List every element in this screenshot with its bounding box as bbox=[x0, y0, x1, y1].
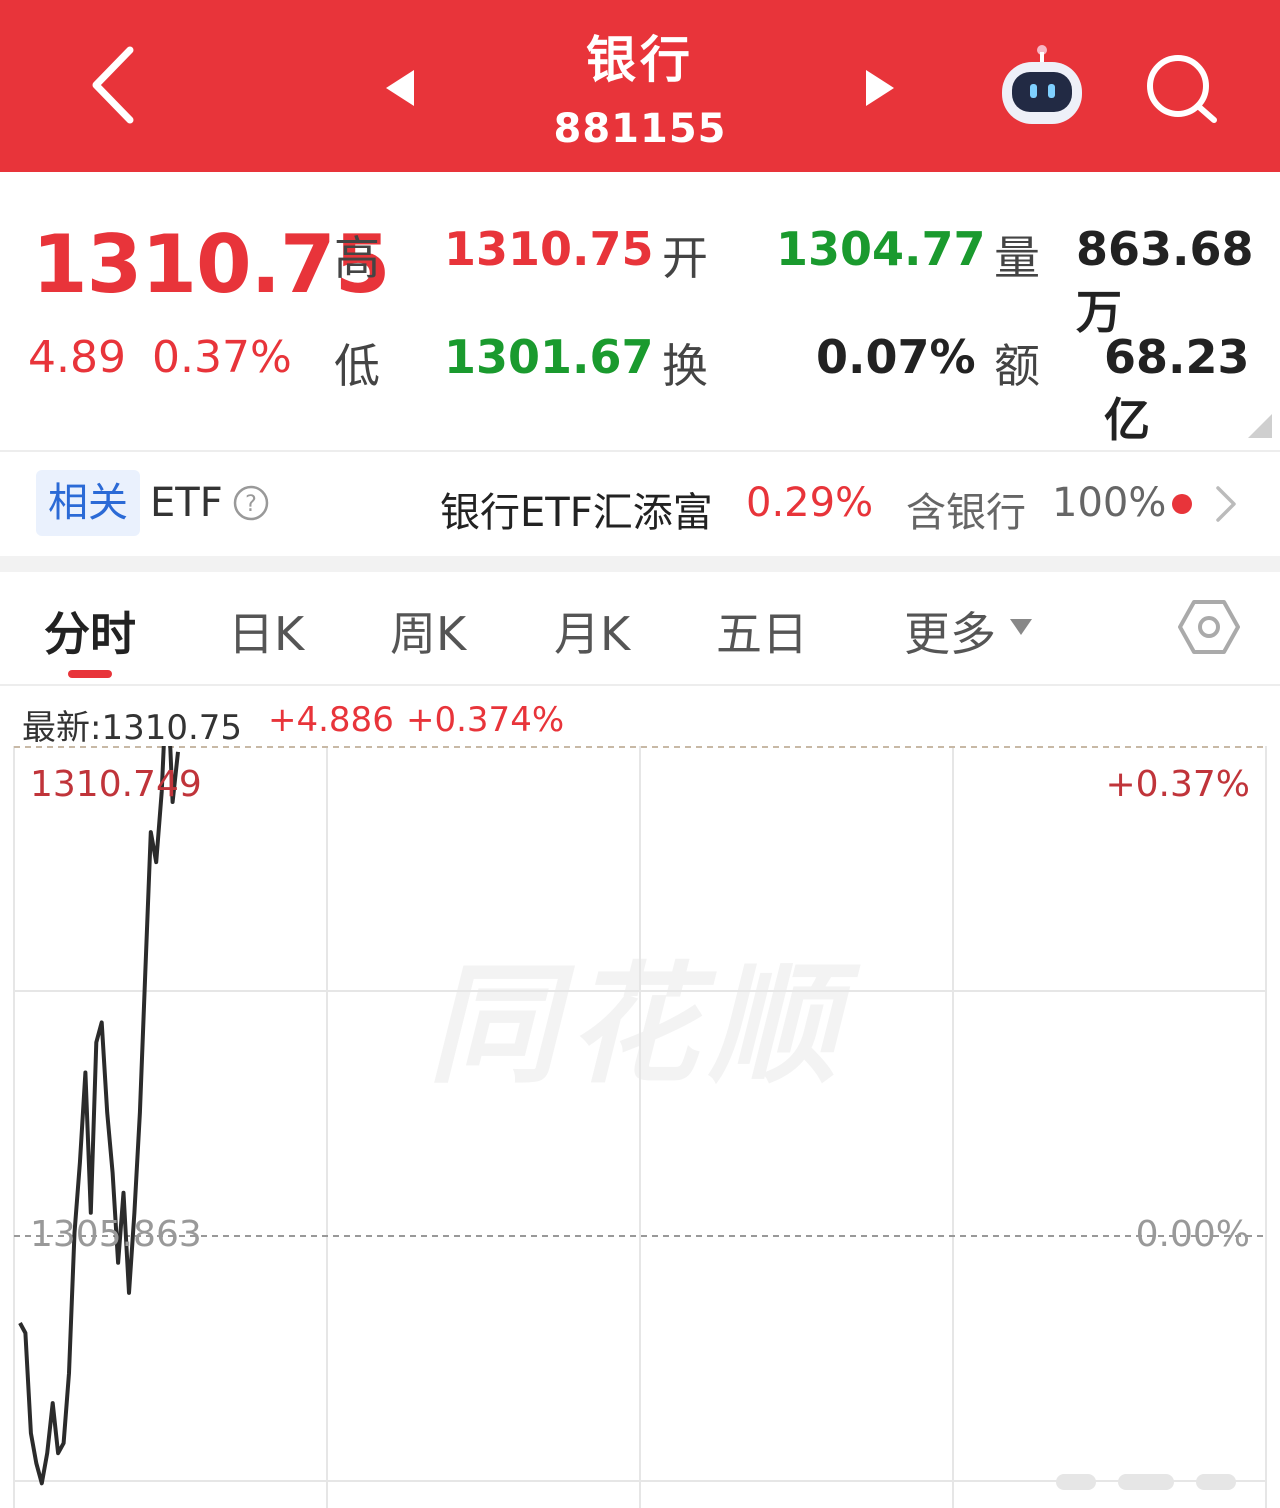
tab-weekly-k[interactable]: 周K bbox=[390, 598, 466, 664]
page-title: 银行 bbox=[586, 31, 694, 89]
high-value: 1310.75 bbox=[444, 222, 654, 276]
related-etf-row[interactable]: 相关 ETF ? 银行ETF汇添富 0.29% 含银行 100% bbox=[0, 452, 1280, 556]
open-value: 1304.77 bbox=[776, 222, 986, 276]
help-icon[interactable]: ? bbox=[232, 484, 270, 522]
low-value: 1301.67 bbox=[444, 330, 654, 384]
chart-grid bbox=[13, 746, 1267, 1508]
prev-triangle-icon[interactable] bbox=[380, 66, 420, 110]
tab-daily-k[interactable]: 日K bbox=[228, 598, 304, 664]
chart-settings-icon[interactable] bbox=[1178, 598, 1240, 656]
price-series-line bbox=[18, 746, 180, 1486]
svg-text:?: ? bbox=[245, 492, 257, 517]
tab-monthly-k[interactable]: 月K bbox=[554, 598, 630, 664]
section-gap bbox=[0, 556, 1280, 572]
axis-top-price: 1310.749 bbox=[30, 764, 202, 805]
chevron-right-icon[interactable] bbox=[1210, 482, 1240, 526]
latest-price-label: 最新:1310.75 bbox=[22, 708, 243, 748]
related-tag: 相关 bbox=[36, 470, 140, 536]
top-bar: 银行 881155 bbox=[0, 0, 1280, 172]
etf-holding-label: 含银行 bbox=[906, 490, 1026, 536]
system-nav-icons bbox=[1056, 1474, 1236, 1490]
axis-base-pct: 0.00% bbox=[1136, 1214, 1250, 1255]
caret-down-icon[interactable] bbox=[1008, 616, 1034, 638]
quote-panel: 1310.75 4.89 0.37% 高 1310.75 低 1301.67 开… bbox=[0, 172, 1280, 450]
turnover-label: 换 bbox=[662, 339, 708, 393]
etf-label: ETF bbox=[150, 480, 223, 526]
turnover-value: 0.07% bbox=[816, 330, 976, 384]
etf-name: 银行ETF汇添富 bbox=[440, 490, 713, 536]
volume-label: 量 bbox=[994, 231, 1040, 285]
tab-intraday[interactable]: 分时 bbox=[44, 598, 136, 664]
stock-code: 881155 bbox=[553, 106, 727, 152]
price-change-pct: 0.37% bbox=[152, 332, 292, 383]
notification-dot-icon bbox=[1172, 494, 1192, 514]
period-tabs: 分时 日K 周K 月K 五日 更多 bbox=[0, 572, 1280, 682]
latest-change-pct: +0.374% bbox=[406, 700, 565, 740]
back-arrow-icon[interactable] bbox=[80, 40, 150, 130]
axis-base-price: 1305.863 bbox=[30, 1214, 202, 1255]
latest-change: +4.886 bbox=[268, 700, 394, 740]
low-label: 低 bbox=[334, 339, 380, 393]
tab-five-day[interactable]: 五日 bbox=[716, 598, 808, 664]
robot-assistant-icon[interactable] bbox=[996, 40, 1088, 130]
amount-label: 额 bbox=[994, 339, 1040, 393]
open-label: 开 bbox=[662, 231, 708, 285]
tab-more[interactable]: 更多 bbox=[904, 598, 996, 664]
price-change: 4.89 bbox=[28, 332, 126, 383]
intraday-chart[interactable]: 1310.749 +0.37% 1305.863 0.00% bbox=[0, 746, 1280, 1508]
search-icon[interactable] bbox=[1140, 50, 1224, 126]
next-triangle-icon[interactable] bbox=[860, 66, 900, 110]
etf-holding-value: 100% bbox=[1052, 480, 1167, 526]
active-tab-indicator bbox=[68, 670, 112, 678]
expand-corner-icon[interactable] bbox=[1248, 414, 1272, 438]
etf-change-pct: 0.29% bbox=[746, 480, 874, 526]
volume-value: 863.68万 bbox=[1076, 222, 1254, 339]
chart-info-bar: 最新:1310.75 +4.886 +0.374% bbox=[0, 684, 1280, 748]
high-label: 高 bbox=[334, 231, 380, 285]
axis-top-pct: +0.37% bbox=[1105, 764, 1250, 805]
